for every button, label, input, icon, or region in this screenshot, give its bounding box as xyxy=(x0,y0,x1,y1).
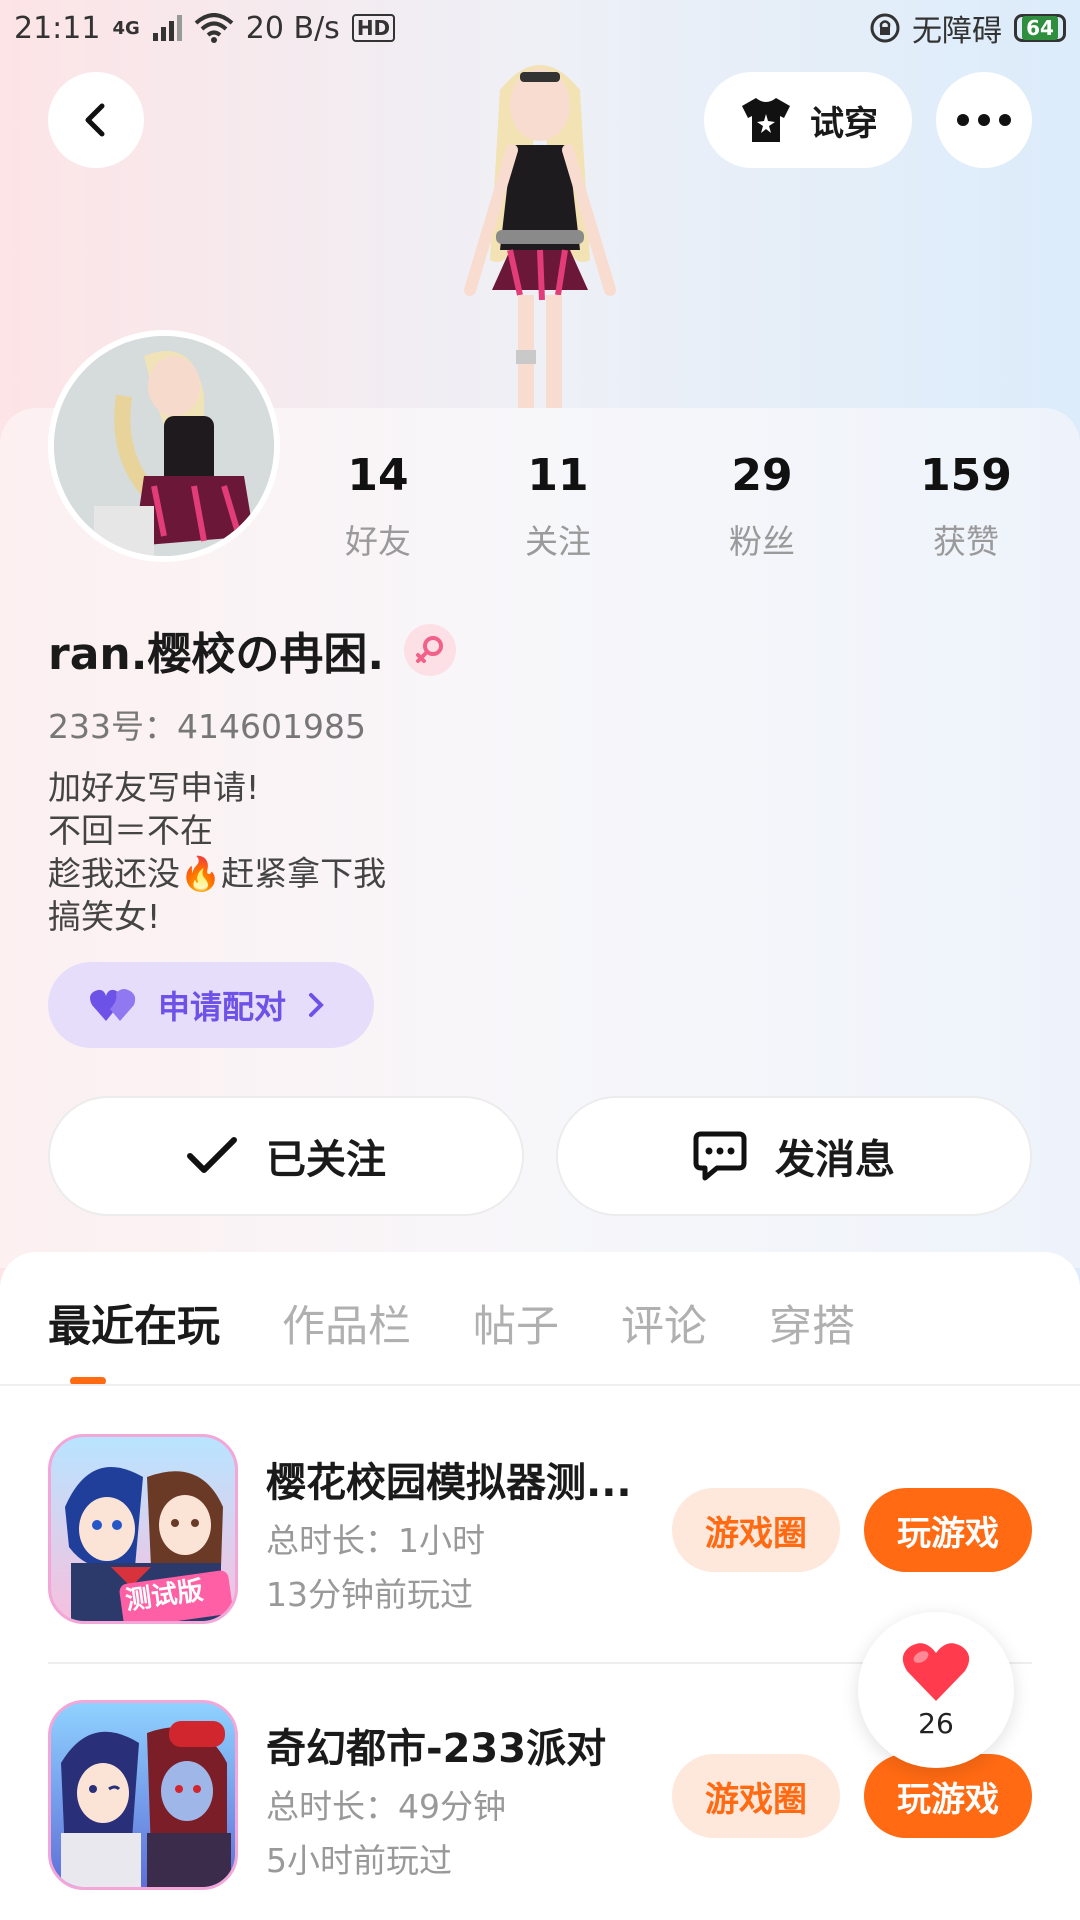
game-icon[interactable]: 测试版 xyxy=(48,1434,238,1624)
stat-fans[interactable]: 29 粉丝 xyxy=(682,450,842,563)
double-heart-icon xyxy=(90,989,136,1021)
heart-icon xyxy=(902,1642,970,1701)
game-icon[interactable] xyxy=(48,1700,238,1890)
game-title: 奇幻都市-233派对 xyxy=(266,1726,607,1772)
tryon-button[interactable]: 试穿 xyxy=(704,72,912,168)
stat-label: 关注 xyxy=(525,522,591,561)
user-id: 233号：414601985 xyxy=(48,707,366,746)
chevron-right-icon xyxy=(309,993,324,1017)
back-button[interactable] xyxy=(48,72,144,168)
status-bar: 21:11 4G 20 B/s HD 无障碍 64 xyxy=(0,0,1080,56)
game-last-played: 5小时前玩过 xyxy=(266,1841,452,1880)
more-button[interactable] xyxy=(936,72,1032,168)
stat-likes[interactable]: 159 获赞 xyxy=(886,450,1046,563)
tshirt-icon xyxy=(742,98,790,142)
message-button[interactable]: 发消息 xyxy=(556,1096,1032,1216)
match-label: 申请配对 xyxy=(158,988,287,1026)
game-duration: 总时长：49分钟 xyxy=(266,1787,506,1826)
tryon-label: 试穿 xyxy=(810,103,878,144)
network-speed: 20 B/s xyxy=(245,10,340,46)
bio-line: 趁我还没🔥赶紧拿下我 xyxy=(48,854,387,893)
game-last-played: 13分钟前玩过 xyxy=(266,1575,473,1614)
avatar-image xyxy=(54,336,274,556)
tab-divider xyxy=(0,1384,1080,1386)
check-icon xyxy=(187,1137,237,1173)
tab-posts[interactable]: 帖子 xyxy=(473,1292,559,1354)
female-icon xyxy=(404,624,457,676)
stat-value: 159 xyxy=(920,450,1012,501)
stat-value: 14 xyxy=(347,450,409,501)
chevron-left-icon xyxy=(85,103,105,137)
play-game-button[interactable]: 玩游戏 xyxy=(864,1488,1032,1572)
status-time: 21:11 xyxy=(14,10,101,46)
bio: 加好友写申请! 不回＝不在 趁我还没🔥赶紧拿下我 搞笑女! xyxy=(48,766,386,938)
status-left: 21:11 4G 20 B/s HD xyxy=(14,10,396,46)
game-circle-button[interactable]: 游戏圈 xyxy=(672,1488,840,1572)
hd-badge: HD xyxy=(351,14,396,42)
avatar-3d-figure xyxy=(464,65,616,410)
tab-works[interactable]: 作品栏 xyxy=(282,1292,411,1354)
game-circle-button[interactable]: 游戏圈 xyxy=(672,1754,840,1838)
tab-bar: 最近在玩 作品栏 帖子 评论 穿搭 xyxy=(48,1292,855,1354)
stat-value: 11 xyxy=(527,450,589,501)
match-request-button[interactable]: 申请配对 xyxy=(48,962,374,1048)
like-count: 26 xyxy=(918,1706,954,1740)
stat-value: 29 xyxy=(731,450,793,501)
bio-line: 加好友写申请! xyxy=(48,768,260,807)
bio-line: 不回＝不在 xyxy=(48,811,213,850)
tab-comments[interactable]: 评论 xyxy=(621,1292,707,1354)
bio-line: 搞笑女! xyxy=(48,897,161,936)
like-float-button[interactable]: 26 xyxy=(858,1612,1014,1768)
accessibility-lock-icon xyxy=(870,13,900,43)
tab-outfits[interactable]: 穿搭 xyxy=(769,1292,855,1354)
stat-label: 好友 xyxy=(345,522,411,561)
message-label: 发消息 xyxy=(775,1137,895,1183)
battery-icon: 64 xyxy=(1014,14,1066,42)
follow-button[interactable]: 已关注 xyxy=(48,1096,524,1216)
avatar-figure-icon xyxy=(54,336,274,556)
username-row: ran.樱校の冉困. xyxy=(48,618,457,682)
stat-label: 获赞 xyxy=(933,522,999,561)
username: ran.樱校の冉困. xyxy=(48,629,385,680)
signal-icon xyxy=(152,15,182,41)
accessibility-label: 无障碍 xyxy=(912,14,1002,49)
status-right: 无障碍 64 xyxy=(870,6,1066,50)
avatar[interactable] xyxy=(48,330,280,562)
network-label: 4G xyxy=(112,17,140,39)
follow-label: 已关注 xyxy=(266,1137,386,1183)
battery-level: 64 xyxy=(1022,16,1058,40)
stat-label: 粉丝 xyxy=(729,522,795,561)
game-title: 樱花校园模拟器测... xyxy=(266,1460,632,1506)
stat-friends[interactable]: 14 好友 xyxy=(298,450,458,563)
chat-bubble-icon xyxy=(693,1131,747,1181)
game-duration: 总时长：1小时 xyxy=(266,1521,485,1560)
game-cover-art-icon xyxy=(61,1721,231,1887)
wifi-icon xyxy=(194,13,234,43)
stat-following[interactable]: 11 关注 xyxy=(478,450,638,563)
more-dots-icon xyxy=(957,114,1011,126)
list-item[interactable]: 测试版 樱花校园模拟器测... 总时长：1小时 13分钟前玩过 游戏圈 玩游戏 xyxy=(48,1434,1032,1630)
tab-recently-played[interactable]: 最近在玩 xyxy=(48,1292,220,1354)
